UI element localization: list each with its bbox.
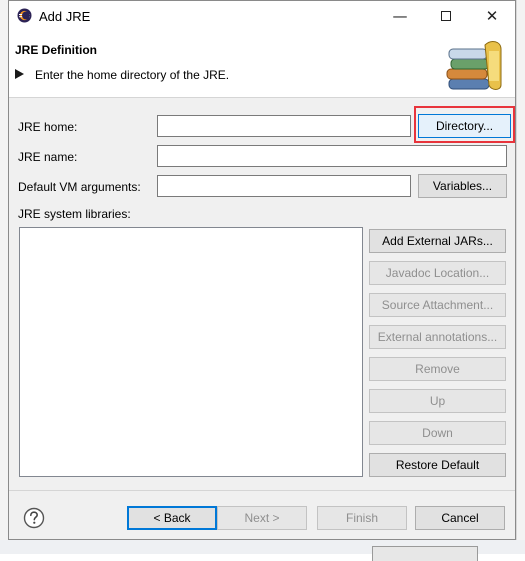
page-title: JRE Definition — [15, 43, 98, 57]
next-button[interactable]: Next > — [217, 506, 307, 530]
jre-home-label: JRE home: — [18, 120, 78, 134]
close-icon: ✕ — [485, 7, 499, 25]
jre-name-label: JRE name: — [18, 150, 78, 164]
directory-button[interactable]: Directory... — [418, 114, 511, 138]
vm-arguments-label: Default VM arguments: — [18, 180, 141, 194]
down-button[interactable]: Down — [369, 421, 506, 445]
window-title: Add JRE — [39, 9, 91, 24]
up-button[interactable]: Up — [369, 389, 506, 413]
maximize-icon — [441, 11, 451, 21]
close-button[interactable]: ✕ — [469, 1, 515, 31]
source-attachment-button[interactable]: Source Attachment... — [369, 293, 506, 317]
help-icon[interactable] — [23, 507, 45, 529]
system-libraries-label: JRE system libraries: — [18, 207, 131, 221]
restore-default-button[interactable]: Restore Default — [369, 453, 506, 477]
minimize-button[interactable]: — — [377, 1, 423, 31]
variables-button[interactable]: Variables... — [418, 174, 507, 198]
javadoc-location-button[interactable]: Javadoc Location... — [369, 261, 506, 285]
eclipse-icon — [17, 8, 32, 23]
external-annotations-button[interactable]: External annotations... — [369, 325, 506, 349]
cancel-button[interactable]: Cancel — [415, 506, 505, 530]
background-window-right — [516, 0, 525, 554]
footer-separator — [9, 490, 515, 491]
jre-home-field[interactable] — [157, 115, 411, 137]
info-arrow-icon — [15, 69, 24, 79]
system-libraries-list[interactable] — [19, 227, 363, 477]
finish-button[interactable]: Finish — [317, 506, 407, 530]
maximize-button[interactable] — [423, 1, 469, 31]
minimize-icon: — — [392, 7, 408, 25]
jre-name-field[interactable] — [157, 145, 507, 167]
add-external-jars-button[interactable]: Add External JARs... — [369, 229, 506, 253]
books-jre-icon — [446, 41, 502, 90]
wizard-header: JRE Definition Enter the home directory … — [9, 31, 515, 98]
back-button[interactable]: < Back — [127, 506, 217, 530]
page-description: Enter the home directory of the JRE. — [35, 68, 230, 82]
add-jre-dialog: Add JRE — ✕ JRE Definition Enter the hom… — [8, 0, 516, 540]
remove-button[interactable]: Remove — [369, 357, 506, 381]
title-bar[interactable]: Add JRE — ✕ — [9, 1, 515, 31]
vm-arguments-field[interactable] — [157, 175, 411, 197]
